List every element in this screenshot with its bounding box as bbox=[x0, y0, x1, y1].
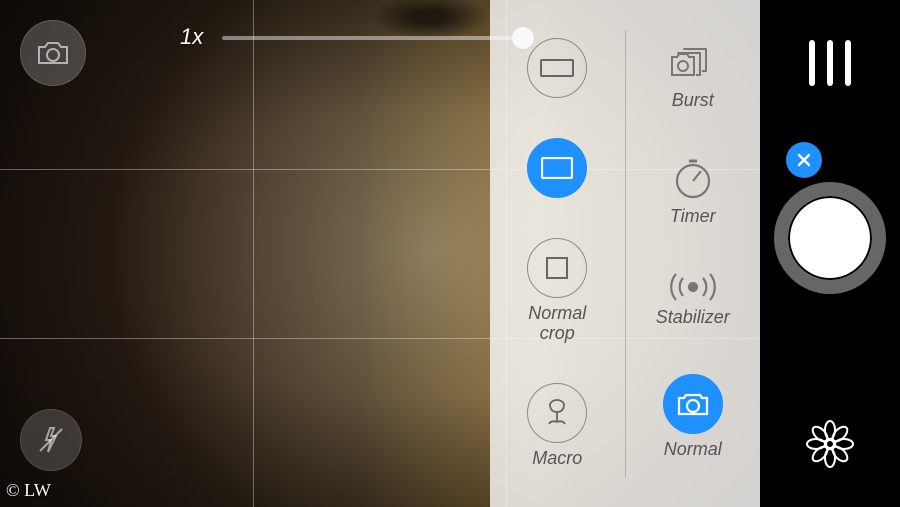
zoom-label: 1x bbox=[180, 24, 203, 50]
timer-label: Timer bbox=[670, 207, 716, 227]
normal-mode-label: Normal bbox=[664, 440, 722, 460]
stabilizer-label: Stabilizer bbox=[656, 308, 730, 328]
options-col-crop: Normal crop Macro bbox=[490, 30, 626, 477]
shutter-button[interactable] bbox=[774, 182, 886, 294]
burst-icon bbox=[666, 43, 720, 85]
zoom-slider-track[interactable] bbox=[222, 36, 532, 40]
menu-bars-button[interactable] bbox=[809, 40, 851, 86]
normal-mode-option[interactable]: Normal bbox=[663, 374, 723, 460]
burst-label: Burst bbox=[672, 91, 714, 111]
crop-option[interactable]: Normal crop bbox=[527, 238, 587, 344]
burst-option[interactable]: Burst bbox=[666, 43, 720, 111]
switch-camera-button[interactable] bbox=[20, 20, 86, 86]
aspect-wide-option[interactable] bbox=[527, 38, 587, 98]
crop-label: Normal crop bbox=[528, 304, 586, 344]
menu-bar-1 bbox=[809, 40, 815, 86]
aspect-normal-icon bbox=[541, 157, 573, 179]
menu-bar-2 bbox=[827, 40, 833, 86]
macro-option[interactable]: Macro bbox=[527, 383, 587, 469]
stabilizer-option[interactable]: Stabilizer bbox=[656, 272, 730, 328]
camera-app: 1x bbox=[0, 0, 900, 507]
options-panel: Normal crop Macro bbox=[490, 0, 760, 507]
flower-icon bbox=[805, 419, 855, 469]
flash-off-button[interactable] bbox=[20, 409, 82, 471]
right-bar bbox=[760, 0, 900, 507]
close-icon bbox=[796, 152, 812, 168]
watermark: © LW bbox=[6, 480, 51, 501]
flash-off-icon bbox=[36, 425, 66, 455]
gridline-v1 bbox=[253, 0, 254, 507]
timer-option[interactable]: Timer bbox=[670, 157, 716, 227]
close-panel-button[interactable] bbox=[786, 142, 822, 178]
aspect-wide-icon bbox=[540, 59, 574, 77]
stabilizer-icon bbox=[665, 272, 721, 302]
effects-button[interactable] bbox=[805, 419, 855, 469]
aspect-normal-option[interactable] bbox=[527, 138, 587, 198]
camera-mode-icon bbox=[676, 391, 710, 417]
menu-bar-3 bbox=[845, 40, 851, 86]
options-col-mode: Burst Timer Stabilizer bbox=[626, 0, 761, 507]
camera-icon bbox=[36, 39, 70, 67]
macro-label: Macro bbox=[532, 449, 582, 469]
tulip-icon bbox=[544, 398, 570, 428]
timer-icon bbox=[671, 157, 715, 201]
crop-square-icon bbox=[546, 257, 568, 279]
